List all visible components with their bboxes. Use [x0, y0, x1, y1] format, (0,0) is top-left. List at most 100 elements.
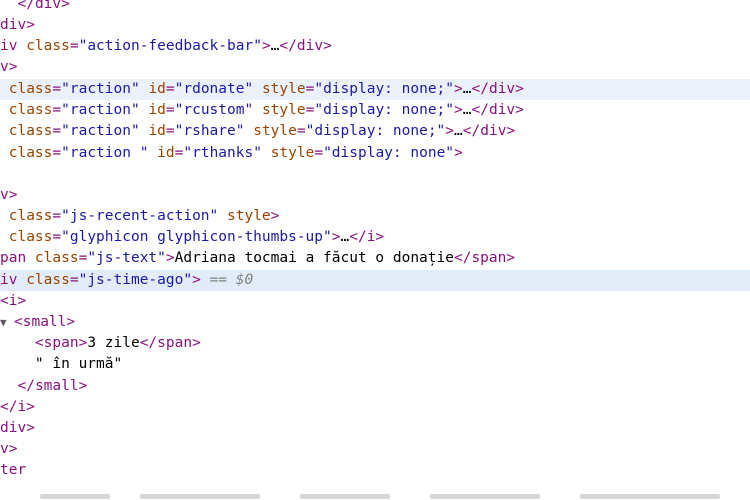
- code-token: class: [8, 208, 53, 224]
- code-token: >: [192, 272, 201, 288]
- code-token: class: [8, 123, 53, 139]
- code-token: "js-time-ago": [78, 272, 193, 288]
- code-token: v: [0, 187, 9, 203]
- code-token: </: [471, 102, 489, 118]
- code-token: v: [0, 441, 9, 457]
- dom-node-line[interactable]: class="js-recent-action" style>: [0, 206, 750, 227]
- dom-node-line[interactable]: class="raction " id="rthanks" style="dis…: [0, 143, 750, 164]
- dom-node-line[interactable]: pan class="js-text">Adriana tocmai a făc…: [0, 248, 750, 269]
- code-token: >: [78, 335, 88, 351]
- code-token: >: [506, 123, 516, 139]
- scrollbar-segment: [40, 494, 110, 499]
- code-token: >: [165, 250, 175, 266]
- code-token: </: [471, 81, 489, 97]
- code-token: div: [488, 102, 516, 118]
- code-token: class: [8, 229, 53, 245]
- code-token: "display: none;": [305, 123, 446, 139]
- dom-node-line[interactable]: </i>: [0, 397, 750, 418]
- code-token: >: [26, 17, 35, 33]
- code-token: </: [139, 335, 158, 351]
- code-token: …: [462, 102, 472, 118]
- code-token: =: [165, 123, 175, 139]
- expand-triangle-icon[interactable]: ▼: [0, 312, 14, 333]
- code-token: <: [0, 293, 9, 309]
- code-token: div: [0, 17, 27, 33]
- code-token: >: [515, 81, 524, 97]
- dom-node-line[interactable]: " în urmă": [0, 354, 750, 375]
- dom-node-line[interactable]: class="raction" id="rcustom" style="disp…: [0, 100, 750, 121]
- dom-node-line[interactable]: class="raction" id="rdonate" style="disp…: [0, 79, 750, 101]
- code-token: "display: none": [323, 145, 455, 161]
- code-token: v: [0, 59, 9, 75]
- dom-node-line[interactable]: <i>: [0, 291, 750, 312]
- code-token: small: [22, 314, 67, 330]
- scrollbar-segment: [580, 494, 720, 499]
- dom-node-line[interactable]: </small>: [0, 376, 750, 397]
- code-token: "action-feedback-bar": [78, 38, 262, 54]
- scrollbar-segment: [140, 494, 260, 499]
- code-token: "display: none;": [314, 81, 455, 97]
- code-token: >: [445, 123, 455, 139]
- code-token: class: [26, 272, 70, 288]
- code-token: </: [279, 38, 297, 54]
- dom-node-line[interactable]: ▼ <small>: [0, 312, 750, 333]
- code-token: </: [462, 123, 481, 139]
- code-token: </: [17, 378, 35, 394]
- code-token: </: [0, 399, 18, 415]
- code-token: =: [52, 102, 62, 118]
- code-token: "rcustom": [174, 102, 254, 118]
- dom-node-line[interactable]: class="raction" id="rshare" style="displ…: [0, 121, 750, 142]
- dom-node-line[interactable]: v>: [0, 439, 750, 460]
- code-token: class: [8, 102, 53, 118]
- dom-node-line[interactable]: class="glyphicon glyphicon-thumbs-up" > …<…: [0, 227, 750, 248]
- code-token: >: [61, 0, 70, 12]
- code-token: style: [261, 81, 306, 97]
- dom-node-line[interactable]: </div>: [0, 0, 750, 15]
- code-token: =: [52, 123, 62, 139]
- code-token: Adriana tocmai a făcut o donație: [174, 250, 454, 266]
- code-token: </: [17, 0, 35, 12]
- code-token: >: [506, 250, 516, 266]
- scrollbar-segment: [430, 494, 540, 499]
- dom-node-line[interactable]: v>: [0, 57, 750, 78]
- scrollbar-segment: [300, 494, 390, 499]
- dom-node-line[interactable]: div>: [0, 418, 750, 439]
- code-token: style: [270, 145, 315, 161]
- dom-node-line[interactable]: iv class="js-time-ago"> == $0: [0, 270, 750, 292]
- code-token: >: [8, 441, 18, 457]
- code-token: >: [261, 38, 271, 54]
- code-token: id: [148, 81, 166, 97]
- code-token: =: [52, 145, 62, 161]
- code-token: span: [43, 335, 79, 351]
- code-token: iv: [0, 272, 27, 288]
- bottom-scrollbar-track[interactable]: [0, 492, 750, 500]
- dom-node-line[interactable]: v>: [0, 185, 750, 206]
- code-token: "rthanks": [183, 145, 262, 161]
- code-token: <: [34, 335, 44, 351]
- code-token: div: [34, 0, 62, 12]
- code-token: =: [52, 208, 62, 224]
- code-token: "rdonate": [174, 81, 254, 97]
- code-token: =: [165, 102, 175, 118]
- code-token: ter: [0, 462, 27, 478]
- code-token: >: [8, 59, 18, 75]
- dom-node-line[interactable]: iv class="action-feedback-bar">…</div>: [0, 36, 750, 57]
- code-token: >: [515, 102, 524, 118]
- code-token: style: [261, 102, 306, 118]
- code-token: =: [78, 250, 88, 266]
- code-token: " în urmă": [34, 356, 123, 372]
- dom-node-line[interactable]: ter: [0, 460, 750, 481]
- dom-node-line[interactable]: div>: [0, 15, 750, 36]
- dom-node-line[interactable]: [0, 164, 750, 185]
- code-token: =: [314, 145, 324, 161]
- dom-node-line[interactable]: <span>3 zile</span>: [0, 333, 750, 354]
